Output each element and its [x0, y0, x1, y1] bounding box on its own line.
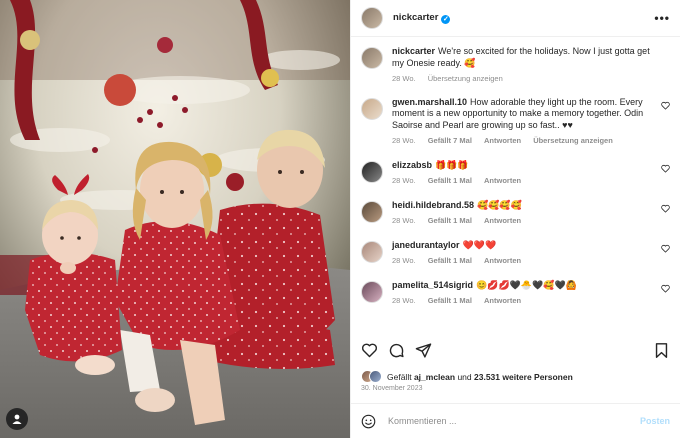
avatar[interactable]	[361, 280, 383, 303]
avatar[interactable]	[361, 97, 383, 120]
comment-username[interactable]: janedurantaylor	[392, 240, 460, 250]
bookmark-icon[interactable]	[653, 342, 670, 359]
reply-button[interactable]: Antworten	[484, 176, 521, 185]
post-author-username[interactable]: nickcarter ✓	[393, 12, 451, 24]
comment-item: janedurantaylor ❤️❤️❤️ 28 Wo. Gefällt 1 M…	[361, 240, 670, 267]
comment-text: 🥰🥰🥰🥰	[477, 199, 522, 210]
avatar[interactable]	[361, 7, 383, 29]
liker-username[interactable]: aj_mclean	[414, 372, 455, 382]
comment-item: elizzabsb 🎁🎁🎁 28 Wo. Gefällt 1 Mal Antwor…	[361, 160, 670, 187]
avatar[interactable]	[361, 47, 383, 69]
comment-age: 28 Wo.	[392, 256, 416, 265]
post-caption: nickcarter We're so excited for the holid…	[361, 46, 670, 85]
likes-summary[interactable]: Gefällt aj_mclean und 23.531 weitere Per…	[361, 370, 670, 383]
heart-icon[interactable]	[661, 164, 670, 173]
comment-likes-count[interactable]: Gefällt 1 Mal	[428, 296, 472, 305]
heart-icon[interactable]	[661, 204, 670, 213]
comment-age: 28 Wo.	[392, 136, 416, 145]
avatar[interactable]	[361, 160, 383, 183]
photo-christmas-kids	[0, 0, 350, 438]
comment-item: heidi.hildebrand.58 🥰🥰🥰🥰 28 Wo. Gefällt 1…	[361, 200, 670, 227]
likes-count[interactable]: 23.531 weitere Personen	[474, 372, 573, 382]
comment-text: 😊💋💋🖤🐣🖤🥰🖤🙆	[476, 279, 577, 290]
caption-age: 28 Wo.	[392, 74, 416, 83]
comment-age: 28 Wo.	[392, 216, 416, 225]
post-sidebar: nickcarter ✓ ••• nickcarter We're so excit…	[350, 0, 680, 438]
comment-item: pamelita_514sigrid 😊💋💋🖤🐣🖤🥰🖤🙆 28 Wo. Gefäl…	[361, 280, 670, 307]
post-header: nickcarter ✓ •••	[351, 0, 680, 37]
user-icon	[12, 414, 22, 424]
heart-icon[interactable]	[661, 244, 670, 253]
caption-username[interactable]: nickcarter	[392, 46, 435, 56]
tagged-users-button[interactable]	[6, 408, 28, 430]
likes-text: Gefällt aj_mclean und 23.531 weitere Per…	[387, 371, 573, 382]
reply-button[interactable]: Antworten	[484, 256, 521, 265]
comment-likes-count[interactable]: Gefällt 1 Mal	[428, 216, 472, 225]
comment-username[interactable]: pamelita_514sigrid	[392, 280, 473, 290]
comment-text: 🎁🎁🎁	[435, 159, 469, 170]
translate-link[interactable]: Übersetzung anzeigen	[428, 74, 503, 83]
reply-button[interactable]: Antworten	[484, 136, 521, 145]
post-photo[interactable]	[0, 0, 350, 438]
share-icon[interactable]	[415, 342, 432, 359]
liker-avatar	[369, 370, 382, 383]
reply-button[interactable]: Antworten	[484, 216, 521, 225]
heart-icon[interactable]	[661, 101, 670, 110]
avatar[interactable]	[361, 240, 383, 263]
comment-age: 28 Wo.	[392, 176, 416, 185]
comments-list[interactable]: nickcarter We're so excited for the holid…	[351, 37, 680, 337]
post-dialog: nickcarter ✓ ••• nickcarter We're so excit…	[0, 0, 680, 438]
comment-input[interactable]	[386, 415, 640, 427]
verified-badge-icon: ✓	[441, 15, 451, 24]
add-comment-bar: Posten	[351, 403, 680, 438]
avatar[interactable]	[361, 200, 383, 223]
comment-likes-count[interactable]: Gefällt 7 Mal	[428, 136, 472, 145]
post-date: 30. November 2023	[361, 385, 423, 392]
comment-item: gwen.marshall.10 How adorable they light …	[361, 97, 670, 147]
comment-username[interactable]: gwen.marshall.10	[392, 97, 467, 107]
comment-likes-count[interactable]: Gefällt 1 Mal	[428, 176, 472, 185]
reply-button[interactable]: Antworten	[484, 296, 521, 305]
more-options-icon[interactable]: •••	[654, 11, 670, 25]
heart-icon[interactable]	[361, 342, 378, 359]
comment-icon[interactable]	[388, 342, 405, 359]
comment-text: ❤️❤️❤️	[462, 239, 497, 250]
translate-link[interactable]: Übersetzung anzeigen	[533, 136, 613, 145]
emoji-icon[interactable]	[361, 414, 376, 429]
comment-likes-count[interactable]: Gefällt 1 Mal	[428, 256, 472, 265]
post-actions	[361, 340, 670, 360]
comment-username[interactable]: elizzabsb	[392, 160, 432, 170]
post-comment-button[interactable]: Posten	[640, 416, 670, 426]
comment-age: 28 Wo.	[392, 296, 416, 305]
comment-username[interactable]: heidi.hildebrand.58	[392, 200, 474, 210]
heart-icon[interactable]	[661, 284, 670, 293]
